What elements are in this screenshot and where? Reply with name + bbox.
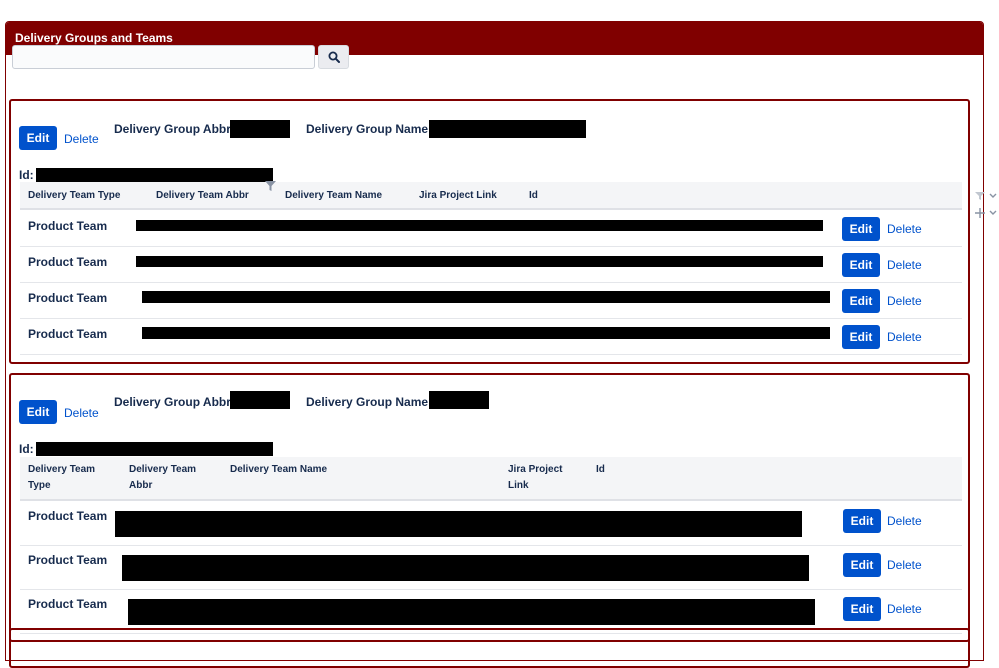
redacted-row-data: [122, 555, 809, 581]
redacted-row-data: [142, 291, 830, 303]
col-id[interactable]: Id: [596, 462, 605, 478]
group-id-label: Id:: [19, 168, 34, 182]
search-button[interactable]: [318, 45, 349, 69]
team-delete-link[interactable]: Delete: [887, 289, 922, 313]
redacted-row-data: [136, 256, 823, 267]
group-name-label: Delivery Group Name:: [306, 395, 433, 409]
group-edit-button[interactable]: Edit: [19, 126, 57, 150]
redacted-name: [429, 391, 489, 409]
redacted-row-data: [136, 220, 823, 231]
group-edit-button[interactable]: Edit: [19, 400, 57, 424]
delivery-group-card: Edit Delete Delivery Group Abbr: Deliver…: [9, 99, 970, 364]
team-edit-button[interactable]: Edit: [842, 325, 880, 349]
team-edit-button[interactable]: Edit: [843, 509, 881, 533]
table-row: Product Team Edit Delete: [20, 319, 962, 355]
team-delete-link[interactable]: Delete: [887, 325, 922, 349]
team-edit-button[interactable]: Edit: [843, 597, 881, 621]
col-team-type[interactable]: Delivery Team Type: [28, 188, 120, 204]
teams-table-header: Delivery Team Type Delivery Team Abbr De…: [20, 180, 962, 210]
search-input[interactable]: [12, 45, 315, 69]
group-abbr-label: Delivery Group Abbr:: [114, 395, 235, 409]
redacted-abbr: [230, 120, 290, 138]
team-type-cell: Product Team: [28, 291, 108, 305]
table-row: Product Team Edit Delete: [20, 502, 962, 546]
col-team-type[interactable]: Delivery Team Type: [28, 462, 108, 494]
filter-icon[interactable]: [264, 180, 277, 192]
col-id[interactable]: Id: [529, 188, 538, 204]
team-edit-button[interactable]: Edit: [842, 253, 880, 277]
redacted-abbr: [230, 391, 290, 409]
add-column-icon[interactable]: [974, 207, 998, 219]
column-tools: [972, 190, 999, 220]
group-abbr-label: Delivery Group Abbr:: [114, 122, 235, 136]
redacted-row-data: [128, 599, 815, 625]
table-row: Product Team Edit Delete: [20, 283, 962, 319]
table-row: Product Team Edit Delete: [20, 211, 962, 247]
col-team-name[interactable]: Delivery Team Name: [285, 188, 382, 204]
team-type-cell: Product Team: [28, 509, 108, 523]
team-edit-button[interactable]: Edit: [842, 289, 880, 313]
team-edit-button[interactable]: Edit: [842, 217, 880, 241]
col-jira-link[interactable]: Jira Project Link: [419, 188, 497, 204]
team-delete-link[interactable]: Delete: [887, 253, 922, 277]
team-type-cell: Product Team: [28, 553, 108, 567]
group-id-label: Id:: [19, 442, 34, 456]
search-icon: [328, 51, 340, 63]
team-delete-link[interactable]: Delete: [887, 597, 922, 621]
team-type-cell: Product Team: [28, 219, 108, 233]
team-delete-link[interactable]: Delete: [887, 217, 922, 241]
delivery-group-card: [9, 628, 970, 668]
col-jira-link[interactable]: Jira Project Link: [508, 462, 573, 494]
team-type-cell: Product Team: [28, 597, 108, 611]
col-team-abbr[interactable]: Delivery Team Abbr: [129, 462, 209, 494]
table-row: Product Team Edit Delete: [20, 546, 962, 590]
redacted-name: [429, 120, 586, 138]
team-type-cell: Product Team: [28, 255, 108, 269]
search-bar: [12, 45, 349, 69]
group-delete-link[interactable]: Delete: [64, 127, 99, 151]
team-delete-link[interactable]: Delete: [887, 553, 922, 577]
group-name-label: Delivery Group Name:: [306, 122, 433, 136]
redacted-row-data: [115, 511, 802, 537]
group-delete-link[interactable]: Delete: [64, 401, 99, 425]
redacted-row-data: [142, 327, 830, 339]
team-type-cell: Product Team: [28, 327, 108, 341]
team-delete-link[interactable]: Delete: [887, 509, 922, 533]
filter-dropdown-icon[interactable]: [974, 190, 998, 202]
team-edit-button[interactable]: Edit: [843, 553, 881, 577]
teams-table-header: Delivery Team Type Delivery Team Abbr De…: [20, 457, 962, 501]
col-team-abbr[interactable]: Delivery Team Abbr: [156, 188, 249, 204]
redacted-id: [36, 442, 273, 456]
delivery-group-card: Edit Delete Delivery Group Abbr: Deliver…: [9, 373, 970, 642]
table-row: Product Team Edit Delete: [20, 247, 962, 283]
col-team-name[interactable]: Delivery Team Name: [230, 462, 327, 478]
redacted-id: [36, 168, 273, 182]
